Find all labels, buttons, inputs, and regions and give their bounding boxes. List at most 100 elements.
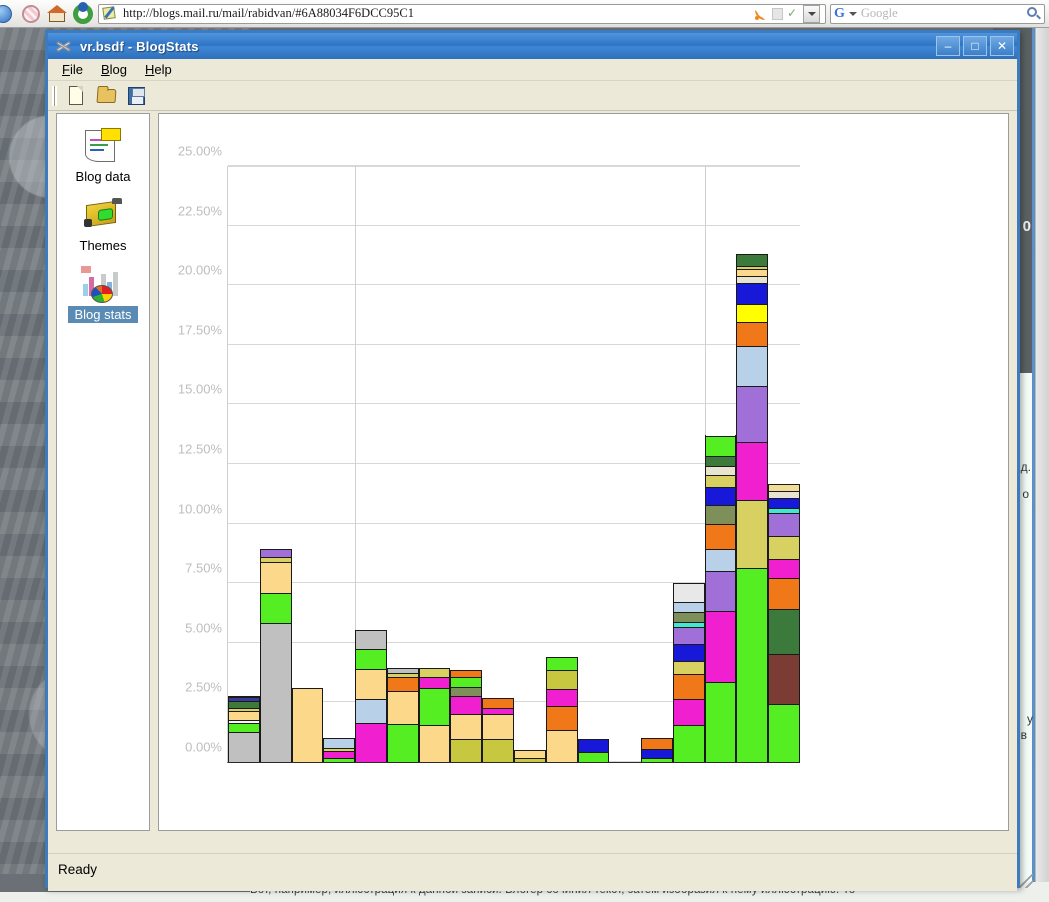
chart-bar-segment	[673, 698, 704, 726]
sidebar-label-themes: Themes	[79, 238, 127, 253]
chart-bar-segment	[673, 611, 704, 622]
search-input[interactable]: G Google	[830, 3, 1045, 24]
page-icon[interactable]	[772, 7, 783, 20]
y-axis-tick-label: 25.00%	[177, 143, 222, 159]
page-scrollbar[interactable]	[1035, 28, 1049, 886]
background-text-fragment: о	[1022, 487, 1029, 501]
sidebar-item-blog-data[interactable]: Blog data	[57, 122, 149, 191]
chart-bar-segment	[642, 757, 672, 762]
open-folder-icon	[96, 88, 117, 103]
chevron-down-icon[interactable]	[848, 11, 857, 16]
new-document-button[interactable]	[63, 83, 89, 109]
chart-bar-segment	[737, 346, 768, 386]
chart-bar-segment	[673, 725, 704, 762]
chart-bar-segment	[419, 677, 450, 689]
menu-blog[interactable]: Blog	[93, 61, 135, 78]
url-bar[interactable]: http://blogs.mail.ru/mail/rabidvan/#6A88…	[98, 3, 826, 24]
save-button[interactable]	[123, 83, 149, 109]
chart-bar-segment	[673, 643, 704, 661]
gridline	[228, 343, 800, 345]
edit-pencil-icon	[102, 6, 118, 21]
chart-bar-segment	[705, 486, 736, 505]
chart-bar-segment	[546, 688, 577, 706]
close-button[interactable]: ✕	[990, 36, 1014, 56]
chart-bar	[768, 484, 800, 762]
background-text-fragment: в	[1020, 728, 1027, 742]
chart-bar-segment	[451, 670, 482, 678]
chart-bar	[641, 738, 673, 762]
chart-bar	[228, 696, 260, 762]
stop-icon[interactable]	[18, 1, 44, 27]
chart-bar-segment	[419, 667, 450, 678]
chart-bar	[323, 738, 356, 762]
chart-bar-segment	[673, 602, 704, 612]
chart-bar-segment	[769, 498, 799, 508]
menu-file[interactable]: File	[54, 61, 91, 78]
chart-bar-segment	[769, 578, 799, 610]
rss-icon[interactable]	[754, 7, 768, 21]
menu-blog-rest: log	[109, 62, 127, 77]
chart-bar-segment	[546, 669, 577, 689]
home-icon[interactable]	[44, 1, 70, 27]
chart-bar-segment	[260, 561, 291, 593]
gridline	[228, 165, 800, 166]
chart-bar	[514, 750, 546, 762]
y-axis-tick-label: 17.50%	[177, 322, 222, 338]
menu-help[interactable]: Help	[137, 61, 180, 78]
chart-bar-segment	[705, 682, 736, 762]
chart-bar-segment	[705, 455, 736, 467]
chart-bar-segment	[737, 283, 768, 305]
chart-bar-segment	[737, 385, 768, 442]
chart-bar-segment	[578, 752, 609, 762]
chart-bar-segment	[515, 750, 545, 758]
back-icon[interactable]	[0, 1, 18, 27]
chart-bar	[577, 739, 610, 762]
chart-bar-segment	[356, 722, 386, 762]
blog-data-icon	[79, 126, 127, 166]
chart-bar	[418, 667, 451, 762]
chart-bar-segment	[737, 275, 768, 284]
sidebar-item-themes[interactable]: Themes	[57, 191, 149, 260]
menu-help-rest: elp	[154, 62, 172, 77]
chart-bar-segment	[387, 690, 418, 724]
chart-bar-segment	[229, 700, 259, 709]
gridline	[228, 224, 800, 226]
checkmark-icon[interactable]: ✓	[787, 7, 799, 20]
toolbar-drag-grip[interactable]	[52, 85, 57, 106]
chart-bar	[545, 657, 578, 762]
toolbar	[48, 81, 1017, 111]
resize-grip-icon[interactable]	[1019, 874, 1033, 888]
chart-bar-segment	[260, 592, 291, 623]
status-text: Ready	[58, 862, 98, 877]
window-controls: – □ ✕	[936, 36, 1014, 56]
sidebar: Blog data Themes Blog stats	[56, 113, 150, 831]
chart-bar	[482, 697, 514, 762]
chart-bar-segment	[356, 648, 386, 670]
maximize-button[interactable]: □	[963, 36, 987, 56]
y-axis-tick-label: 7.50%	[185, 560, 222, 576]
chart-bar-segment	[515, 757, 545, 762]
y-axis-tick-label: 12.50%	[177, 441, 222, 457]
chart-bar-segment	[705, 466, 736, 475]
open-folder-button[interactable]	[93, 83, 119, 109]
reload-icon[interactable]	[70, 1, 96, 27]
chart-bar-segment	[546, 729, 577, 762]
minimize-button[interactable]: –	[936, 36, 960, 56]
floppy-save-icon	[128, 86, 145, 105]
y-axis-tick-label: 2.50%	[185, 679, 222, 695]
chevron-down-icon[interactable]	[803, 4, 820, 23]
window-titlebar[interactable]: vr.bsdf - BlogStats – □ ✕	[48, 33, 1017, 59]
sidebar-item-blog-stats[interactable]: Blog stats	[57, 260, 149, 329]
menu-help-mnemonic: H	[145, 62, 155, 77]
chart-bar-segment	[260, 622, 291, 762]
y-axis-tick-label: 15.00%	[177, 381, 222, 397]
chart-bar-segment	[769, 609, 799, 654]
chart-bar-segment	[260, 548, 291, 557]
chart-bar-segment	[451, 714, 482, 740]
url-text[interactable]: http://blogs.mail.ru/mail/rabidvan/#6A88…	[123, 6, 414, 21]
chart-bar-segment	[229, 731, 259, 762]
search-magnifier-icon[interactable]	[1027, 6, 1041, 21]
chart-bar-segment	[578, 739, 609, 753]
chart-panel: 0.00% 2.50% 5.00% 7.50% 10.00% 12.50% 15.00% 17…	[158, 113, 1009, 831]
chart-bar-segment	[673, 583, 704, 603]
